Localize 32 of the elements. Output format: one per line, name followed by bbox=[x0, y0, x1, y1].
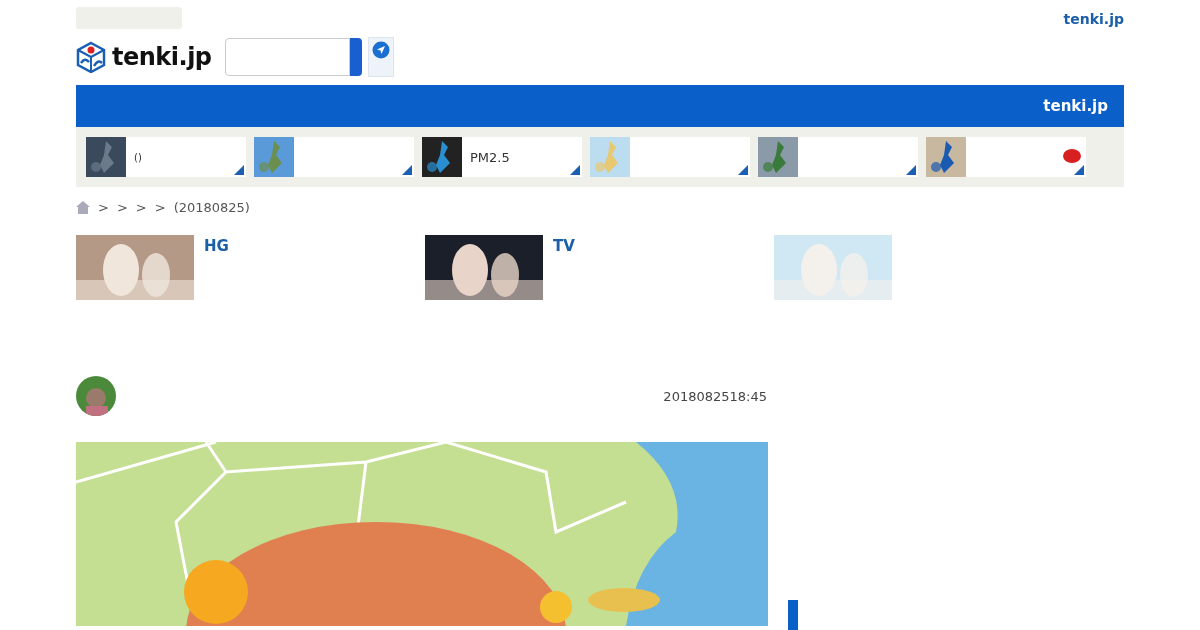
corner-triangle-icon bbox=[906, 165, 916, 175]
ad-title[interactable]: HG bbox=[204, 237, 229, 255]
nav-tile[interactable] bbox=[926, 137, 1086, 177]
nav-tile[interactable] bbox=[254, 137, 414, 177]
corner-triangle-icon bbox=[402, 165, 412, 175]
breadcrumb-item[interactable]: > bbox=[116, 199, 128, 215]
nav-tile[interactable]: PM2.5 bbox=[422, 137, 582, 177]
logo-text[interactable]: tenki.jp bbox=[112, 43, 212, 71]
search-button[interactable] bbox=[350, 38, 362, 76]
nav-tile[interactable] bbox=[758, 137, 918, 177]
breadcrumb-item[interactable]: > bbox=[98, 199, 109, 215]
cube-logo-icon bbox=[76, 41, 106, 73]
corner-triangle-icon bbox=[1074, 165, 1084, 175]
ad-title[interactable]: TV bbox=[553, 237, 575, 255]
corner-triangle-icon bbox=[738, 165, 748, 175]
banner-title: tenki.jp bbox=[1043, 97, 1108, 115]
site-link[interactable]: tenki.jp bbox=[1063, 11, 1124, 31]
breadcrumb-item[interactable]: (20180825) bbox=[173, 199, 250, 215]
search-field[interactable] bbox=[225, 38, 350, 76]
nav-tile[interactable]: () bbox=[86, 137, 246, 177]
location-button[interactable] bbox=[368, 37, 394, 77]
post-date: 2018082518:45 bbox=[663, 388, 767, 404]
nav-tile[interactable] bbox=[590, 137, 750, 177]
heading-bar bbox=[788, 600, 798, 630]
tile-label: () bbox=[134, 151, 142, 163]
tile-label: PM2.5 bbox=[470, 149, 510, 165]
corner-triangle-icon bbox=[234, 165, 244, 175]
home-icon[interactable] bbox=[76, 200, 90, 214]
corner-triangle-icon bbox=[570, 165, 580, 175]
breadcrumb-item[interactable]: > bbox=[154, 199, 166, 215]
author-avatar bbox=[76, 376, 116, 416]
breadcrumb-item[interactable]: > bbox=[135, 199, 147, 215]
